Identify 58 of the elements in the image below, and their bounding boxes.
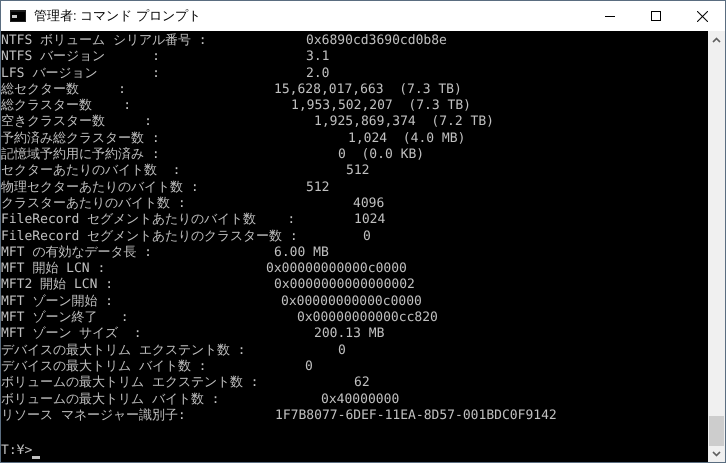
console-value: 0 bbox=[338, 342, 346, 359]
console-value: 512 bbox=[346, 163, 370, 180]
console-label: セクターあたりのバイト数 : bbox=[1, 163, 182, 180]
console-value: 200.13 MB bbox=[314, 326, 384, 343]
console-value: 6.00 MB bbox=[274, 244, 329, 262]
console-value: 2.0 bbox=[306, 66, 330, 82]
text-cursor bbox=[32, 456, 40, 459]
console-value: 0 (0.0 KB) bbox=[338, 147, 424, 164]
console-label: 記憶域予約用に予約済み : bbox=[1, 147, 161, 164]
console-label: 総クラスター数 : bbox=[1, 98, 132, 114]
console-label: MFT ゾーン開始 : bbox=[1, 294, 114, 310]
console-label: ボリュームの最大トリム バイト数 : bbox=[1, 392, 220, 408]
console-value: 0x40000000 bbox=[321, 392, 400, 408]
console-value: 0x00000000000c0000 bbox=[281, 294, 422, 310]
console-label: デバイスの最大トリム エクステント数 : bbox=[1, 342, 246, 359]
console-value: 0 bbox=[305, 358, 313, 376]
console-label: MFT 開始 LCN : bbox=[1, 261, 106, 278]
console-value: 15,628,017,663 (7.3 TB) bbox=[274, 82, 462, 98]
console-value: 62 bbox=[354, 375, 370, 392]
console-label: LFS バージョン : bbox=[1, 66, 161, 82]
console-label: 予約済み総クラスター数 : bbox=[1, 130, 161, 147]
terminal-icon bbox=[10, 10, 26, 22]
console-value: 1,925,869,374 (7.2 TB) bbox=[314, 114, 494, 131]
console-value: 3.1 bbox=[306, 49, 330, 66]
scroll-down-icon[interactable] bbox=[712, 451, 721, 457]
console-label: FileRecord セグメントあたりのクラスター数 : bbox=[1, 228, 299, 245]
window-title: 管理者: コマンド プロンプト bbox=[34, 7, 201, 26]
console-label: 総セクター数 : bbox=[1, 82, 127, 98]
console-value: 0x0000000000000002 bbox=[274, 277, 415, 294]
console-value: 1,024 (4.0 MB) bbox=[348, 130, 466, 148]
console-value: 1F7B8077-6DEF-11EA-8D57-001BDC0F9142 bbox=[275, 408, 557, 424]
console-label: MFT の有効なデータ長 : bbox=[1, 244, 153, 262]
console-label: クラスターあたりのバイト数 : bbox=[1, 196, 187, 212]
console-label: MFT ゾーン サイズ : bbox=[1, 326, 143, 343]
scroll-thumb[interactable] bbox=[709, 416, 724, 446]
console-value: 1,953,502,207 (7.3 TB) bbox=[291, 98, 472, 114]
close-icon bbox=[696, 10, 708, 22]
console-value: 1024 bbox=[354, 212, 386, 229]
console-label: NTFS バージョン : bbox=[1, 49, 161, 66]
maximize-icon bbox=[651, 11, 661, 21]
console-label: 物理セクターあたりのバイト数 : bbox=[1, 180, 200, 196]
console-value: 512 bbox=[306, 180, 330, 196]
console-label: デバイスの最大トリム バイト数 : bbox=[1, 358, 208, 375]
console-label: NTFS ボリューム シリアル番号 : bbox=[1, 33, 208, 50]
command-prompt: T:¥> bbox=[1, 443, 32, 460]
console-label: ボリュームの最大トリム エクステント数 : bbox=[1, 375, 260, 392]
console-label: MFT2 開始 LCN : bbox=[1, 277, 114, 294]
console-label: FileRecord セグメントあたりのバイト数 : bbox=[1, 212, 296, 229]
console-value: 0x6890cd3690cd0b8e bbox=[306, 33, 447, 50]
console-value: 0 bbox=[363, 228, 371, 245]
console-label: 空きクラスター数 : bbox=[1, 114, 153, 131]
console-value: 0x00000000000c0000 bbox=[266, 261, 407, 278]
console-label: MFT ゾーン終了 : bbox=[1, 310, 130, 326]
scroll-up-icon[interactable] bbox=[712, 37, 721, 43]
scrollbar[interactable] bbox=[708, 31, 725, 462]
console-label: リソース マネージャー識別子: bbox=[1, 408, 187, 424]
console-value: 0x00000000000cc820 bbox=[297, 310, 438, 326]
console-value: 4096 bbox=[353, 196, 384, 212]
